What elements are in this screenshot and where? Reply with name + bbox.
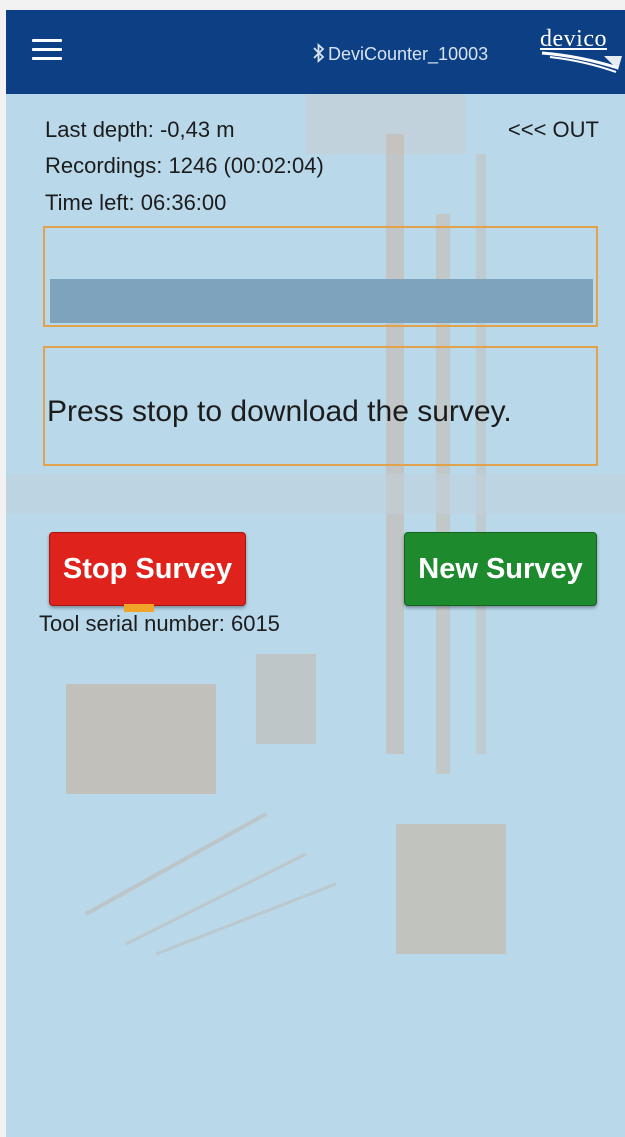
hamburger-menu-icon[interactable] bbox=[32, 39, 62, 63]
progress-bar bbox=[50, 279, 593, 323]
last-depth: Last depth: -0,43 m bbox=[45, 117, 235, 142]
status-message: Press stop to download the survey. bbox=[47, 395, 512, 428]
message-panel: Press stop to download the survey. bbox=[43, 346, 598, 466]
device-indicator: DeviCounter_10003 bbox=[312, 43, 488, 65]
time-left: Time left: 06:36:00 bbox=[45, 190, 227, 215]
bluetooth-icon bbox=[313, 43, 325, 63]
devico-logo: devico bbox=[540, 26, 624, 74]
tool-serial-number: Tool serial number: 6015 bbox=[39, 611, 280, 636]
new-survey-button[interactable]: New Survey bbox=[404, 532, 597, 606]
device-name: DeviCounter_10003 bbox=[328, 44, 489, 64]
app-header: DeviCounter_10003 devico bbox=[6, 10, 625, 94]
progress-bar-fill bbox=[50, 279, 593, 323]
progress-panel bbox=[43, 226, 598, 327]
stop-survey-button[interactable]: Stop Survey bbox=[49, 532, 246, 606]
recordings-count: Recordings: 1246 (00:02:04) bbox=[45, 153, 324, 178]
direction-indicator: <<< OUT bbox=[507, 117, 599, 142]
app-screen: DeviCounter_10003 devico Last depth: -0,… bbox=[6, 10, 625, 1137]
